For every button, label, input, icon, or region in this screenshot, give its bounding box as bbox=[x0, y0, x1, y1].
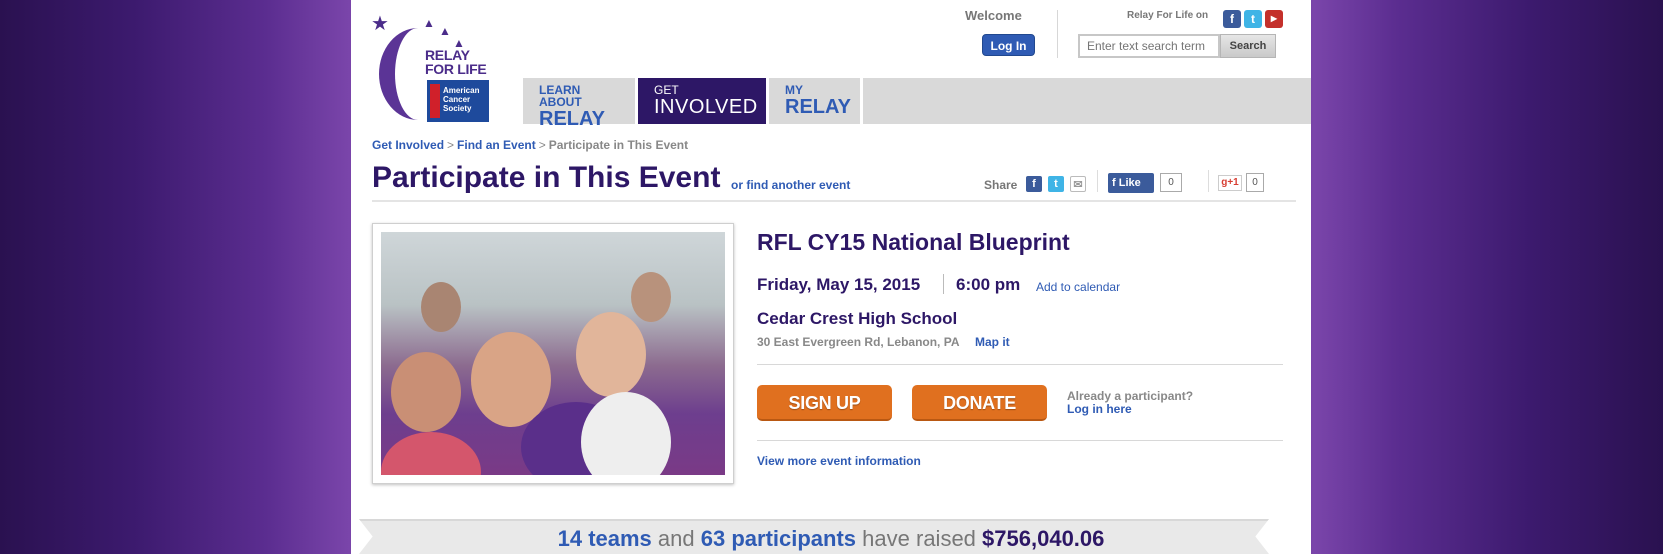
photo-person bbox=[576, 312, 646, 397]
tab-my-relay[interactable]: MY RELAY bbox=[769, 78, 863, 124]
event-venue: Cedar Crest High School bbox=[757, 309, 958, 328]
event-address: 30 East Evergreen Rd, Lebanon, PA bbox=[757, 335, 960, 349]
share-label: Share bbox=[984, 178, 1018, 192]
login-button[interactable]: Log In bbox=[982, 34, 1035, 56]
share-divider bbox=[1097, 170, 1098, 192]
share-email-icon[interactable]: ✉ bbox=[1070, 176, 1086, 192]
share-twitter-icon[interactable]: t bbox=[1048, 176, 1064, 192]
title-divider bbox=[372, 200, 1296, 202]
photo-shirt bbox=[581, 392, 671, 475]
photo-person bbox=[421, 282, 461, 332]
breadcrumb: Get Involved > Find an Event > Participate i… bbox=[372, 138, 688, 152]
share-facebook-icon[interactable]: f bbox=[1026, 176, 1042, 192]
event-name: RFL CY15 National Blueprint bbox=[757, 229, 1070, 255]
tab-small-label: LEARN ABOUT bbox=[539, 83, 582, 109]
event-photo bbox=[381, 232, 725, 475]
breadcrumb-separator: > bbox=[447, 138, 455, 152]
map-it-link[interactable]: Map it bbox=[975, 335, 1010, 349]
brand-name: RELAY FOR LIFE bbox=[425, 47, 487, 77]
view-more-info-link[interactable]: View more event information bbox=[757, 454, 921, 468]
like-label: Like bbox=[1118, 177, 1141, 189]
main-nav: LEARN ABOUT RELAY GET INVOLVED MY RELAY bbox=[523, 78, 1311, 129]
breadcrumb-separator: > bbox=[538, 138, 546, 152]
banner-connector: have raised bbox=[862, 526, 976, 551]
participants-count: 63 participants bbox=[700, 526, 857, 551]
search-input[interactable] bbox=[1078, 34, 1220, 58]
gplus-count: 0 bbox=[1246, 173, 1264, 192]
fundraising-summary: 14 teams and 63 participants have raised… bbox=[351, 526, 1311, 552]
social-label: Relay For Life on bbox=[1127, 10, 1209, 21]
tab-learn-about-relay[interactable]: LEARN ABOUT RELAY bbox=[523, 78, 638, 129]
sign-up-button[interactable]: SIGN UP bbox=[757, 385, 892, 421]
details-divider bbox=[757, 364, 1283, 365]
search-button[interactable]: Search bbox=[1220, 34, 1276, 58]
donate-button[interactable]: DONATE bbox=[912, 385, 1047, 421]
header-divider bbox=[1057, 10, 1058, 58]
date-time-divider bbox=[943, 274, 944, 294]
brand-line-2: FOR LIFE bbox=[425, 61, 487, 77]
acs-line-2: Cancer bbox=[443, 95, 471, 104]
welcome-text: Welcome bbox=[965, 8, 1022, 23]
find-another-event-link[interactable]: or find another event bbox=[731, 178, 850, 192]
actions-divider bbox=[757, 440, 1283, 441]
event-date: Friday, May 15, 2015 bbox=[757, 275, 921, 294]
star-icon: ★ bbox=[371, 13, 389, 35]
tab-big-label: RELAY bbox=[785, 96, 851, 118]
login-here-link[interactable]: Log in here bbox=[1067, 402, 1132, 416]
teams-count: 14 teams bbox=[557, 526, 652, 551]
breadcrumb-get-involved[interactable]: Get Involved bbox=[372, 138, 444, 152]
page-container: ★ ▲ ▲ ▲ RELAY FOR LIFE American Cancer S… bbox=[351, 0, 1311, 554]
acs-line-3: Society bbox=[443, 104, 472, 113]
acs-sword-icon bbox=[430, 84, 440, 118]
tab-big-label: RELAY bbox=[539, 108, 605, 130]
photo-shirt bbox=[381, 432, 481, 475]
breadcrumb-current: Participate in This Event bbox=[548, 138, 689, 152]
relay-for-life-logo[interactable]: ★ ▲ ▲ ▲ RELAY FOR LIFE American Cancer S… bbox=[371, 14, 496, 124]
photo-person bbox=[391, 352, 461, 432]
google-plus-button[interactable]: g+1 bbox=[1218, 175, 1242, 191]
tab-small-label: MY bbox=[785, 83, 803, 97]
twitter-icon[interactable]: t bbox=[1244, 10, 1262, 28]
already-participant-text: Already a participant? bbox=[1067, 389, 1194, 403]
banner-connector: and bbox=[657, 526, 695, 551]
brand-line-1: RELAY bbox=[425, 47, 470, 63]
add-to-calendar-link[interactable]: Add to calendar bbox=[1036, 280, 1120, 294]
youtube-icon[interactable]: ▶ bbox=[1265, 10, 1283, 28]
share-divider bbox=[1208, 170, 1209, 192]
acs-line-1: American bbox=[443, 86, 480, 95]
amount-raised: $756,040.06 bbox=[982, 526, 1105, 551]
facebook-icon[interactable]: f bbox=[1223, 10, 1241, 28]
tab-get-involved[interactable]: GET INVOLVED bbox=[638, 78, 769, 124]
like-count: 0 bbox=[1160, 173, 1182, 192]
page-title: Participate in This Event bbox=[372, 161, 721, 194]
photo-person bbox=[631, 272, 671, 322]
facebook-icon: f bbox=[1112, 177, 1119, 189]
event-photo-frame bbox=[372, 223, 734, 484]
event-time: 6:00 pm bbox=[956, 275, 1021, 294]
breadcrumb-find-an-event[interactable]: Find an Event bbox=[457, 138, 536, 152]
facebook-like-button[interactable]: f Like bbox=[1108, 173, 1154, 193]
tab-small-label: GET bbox=[654, 83, 679, 97]
tab-big-label: INVOLVED bbox=[654, 96, 758, 118]
